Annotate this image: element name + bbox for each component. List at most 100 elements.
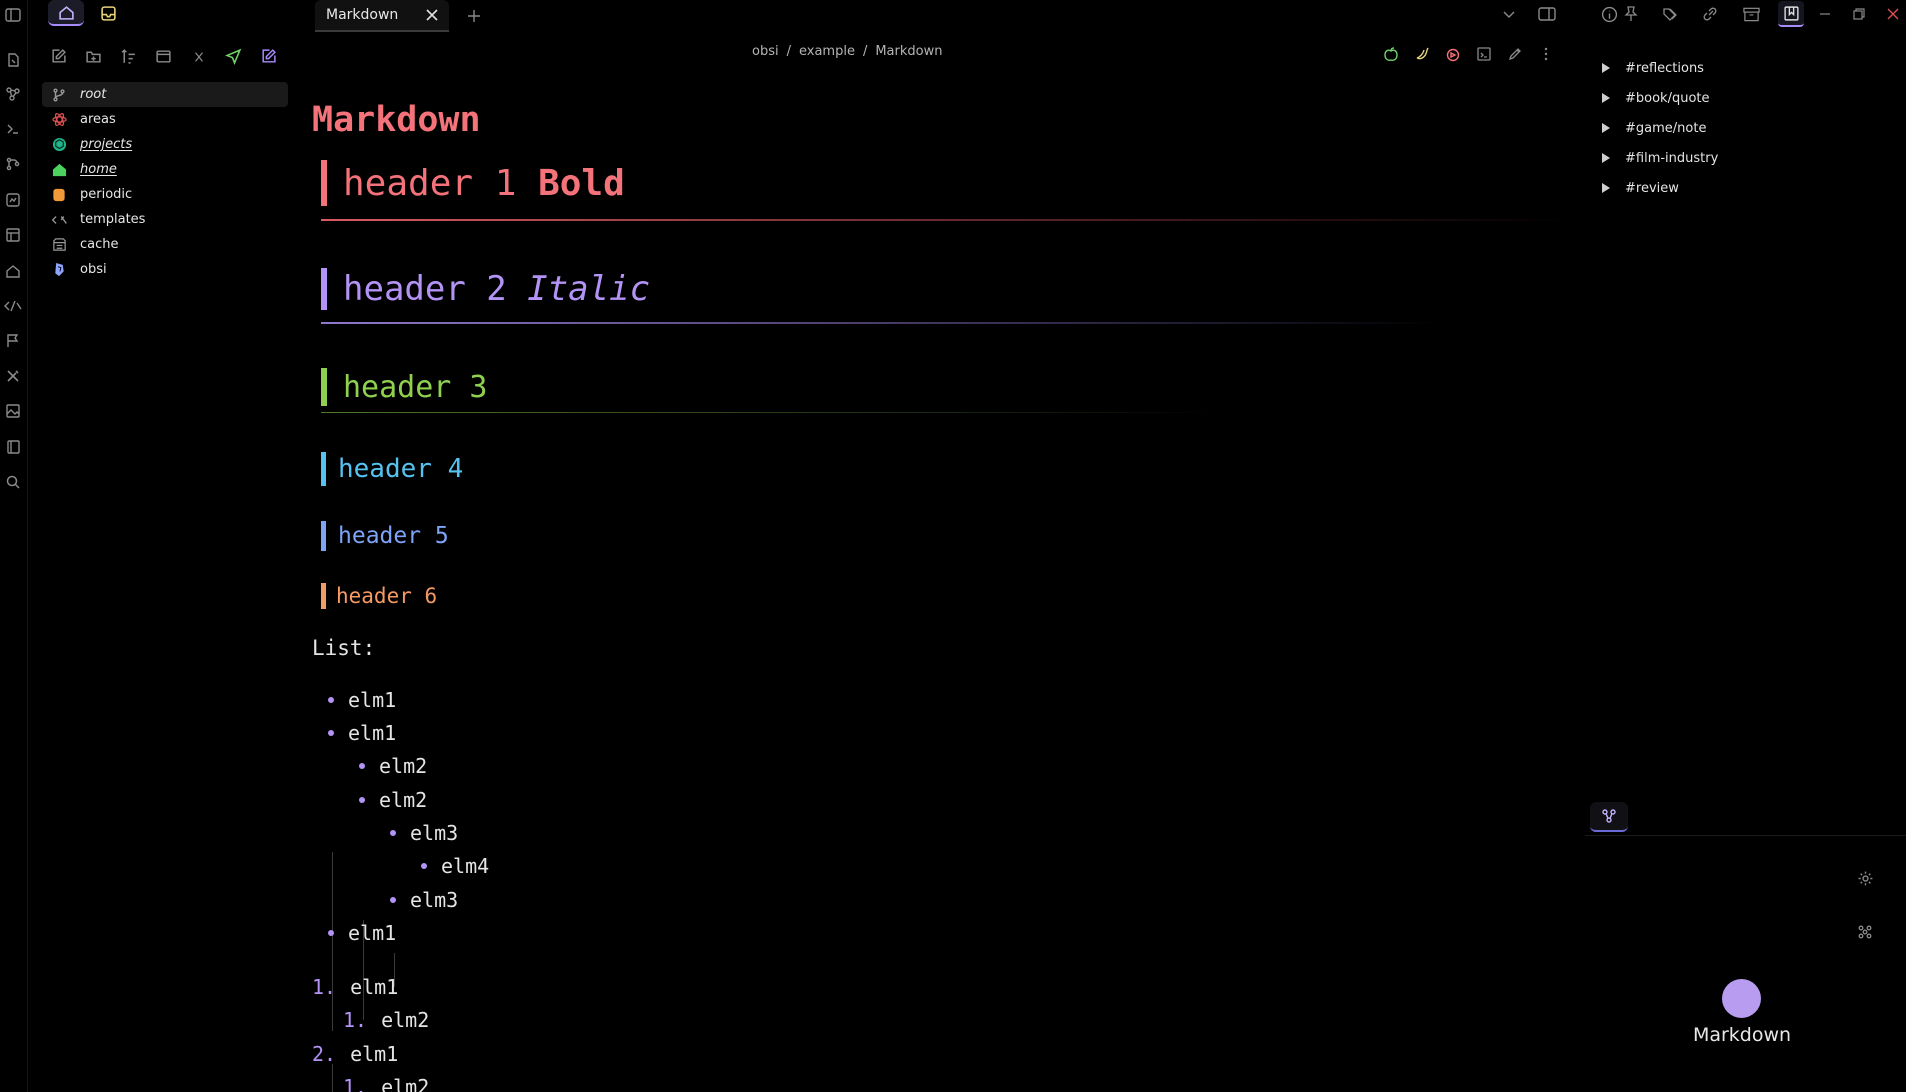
templater-icon[interactable] xyxy=(2,295,24,317)
tree-item-root[interactable]: root xyxy=(42,82,288,107)
list-item-text: elm1 xyxy=(348,721,397,745)
tools-icon[interactable] xyxy=(2,365,24,387)
ordered-list-item: 1. elm2 xyxy=(343,1075,429,1092)
tree-item-home[interactable]: home xyxy=(42,157,288,182)
chevron-right-icon[interactable] xyxy=(1601,153,1611,163)
links-icon[interactable] xyxy=(1698,1,1724,27)
ordered-list-item: 2. elm1 xyxy=(312,1042,398,1066)
list-item-text: elm1 xyxy=(350,1042,399,1066)
tag-row[interactable]: #reflections xyxy=(1600,53,1900,83)
chevron-down-icon[interactable] xyxy=(1496,1,1522,27)
heading-bar xyxy=(321,368,327,406)
tag-row[interactable]: #review xyxy=(1600,173,1900,203)
tag-label: #review xyxy=(1625,180,1679,196)
heading-3-underline xyxy=(321,412,1221,413)
edit-icon[interactable] xyxy=(1504,43,1526,65)
breadcrumb-separator: / xyxy=(862,44,868,59)
image-icon[interactable] xyxy=(2,400,24,422)
breadcrumb-item-obsi[interactable]: obsi xyxy=(752,44,779,59)
tag-row[interactable]: #film-industry xyxy=(1600,143,1900,173)
send-icon[interactable] xyxy=(221,44,246,69)
preview-icon[interactable] xyxy=(1473,43,1495,65)
new-folder-icon[interactable] xyxy=(81,44,106,69)
code-icon xyxy=(50,211,68,229)
obsidian-icon xyxy=(50,261,68,279)
breadcrumb-item-example[interactable]: example xyxy=(799,44,855,59)
tree-item-areas[interactable]: areas xyxy=(42,107,288,132)
home-tab[interactable] xyxy=(48,0,84,26)
bullet xyxy=(328,930,334,936)
list-item-text: elm1 xyxy=(350,975,399,999)
chevron-right-icon[interactable] xyxy=(1601,183,1611,193)
close-icon[interactable] xyxy=(186,44,211,69)
tab-markdown[interactable]: Markdown xyxy=(315,0,449,32)
local-graph-tab[interactable] xyxy=(1590,802,1628,832)
tree-item-periodic[interactable]: periodic xyxy=(42,182,288,207)
tree-item-label: root xyxy=(80,87,107,102)
sidebar-toggle-icon[interactable] xyxy=(2,4,24,26)
canvas-icon[interactable] xyxy=(2,189,24,211)
tree-item-label: periodic xyxy=(80,187,133,202)
gear-icon[interactable] xyxy=(1853,866,1877,890)
tag-row[interactable]: #game/note xyxy=(1600,113,1900,143)
open-quick-switcher-icon[interactable] xyxy=(2,49,24,71)
list-item: elm2 xyxy=(359,754,427,778)
inbox-tab[interactable] xyxy=(90,0,126,26)
grape-icon[interactable] xyxy=(1442,43,1464,65)
graph-node[interactable] xyxy=(1722,979,1761,1018)
more-options-icon[interactable] xyxy=(1535,43,1557,65)
chevron-right-icon[interactable] xyxy=(1601,93,1611,103)
tag-row[interactable]: #book/quote xyxy=(1600,83,1900,113)
tag-label: #reflections xyxy=(1625,60,1704,76)
new-note-icon[interactable] xyxy=(46,44,71,69)
git-icon[interactable] xyxy=(2,153,24,175)
right-sidebar-toggle-icon[interactable] xyxy=(1534,1,1560,27)
heading-1: header 1 Bold xyxy=(321,160,625,206)
chevron-right-icon[interactable] xyxy=(1601,63,1611,73)
tab-label: Markdown xyxy=(326,7,399,23)
close-window-icon[interactable] xyxy=(1880,1,1906,27)
banana-icon[interactable] xyxy=(1411,43,1433,65)
graph-analysis-icon[interactable] xyxy=(1853,920,1877,944)
close-icon[interactable] xyxy=(423,6,441,24)
tree-item-projects[interactable]: projects xyxy=(42,132,288,157)
list-number: 1. xyxy=(343,1008,368,1032)
tree-item-obsi[interactable]: obsi xyxy=(42,257,288,282)
tree-item-cache[interactable]: cache xyxy=(42,232,288,257)
tree-item-label: obsi xyxy=(80,262,107,277)
sort-icon[interactable] xyxy=(116,44,141,69)
book-icon[interactable] xyxy=(2,436,24,458)
file-explorer-sidebar: root areas projects home periodic templa… xyxy=(28,0,290,1092)
heading-2-italic: Italic xyxy=(527,269,651,309)
note-title: Markdown xyxy=(312,100,481,140)
tags-icon[interactable] xyxy=(1658,1,1684,27)
heading-1-underline xyxy=(321,219,1571,221)
graph-view-icon[interactable] xyxy=(2,83,24,105)
sidebar-tab-strip xyxy=(48,0,126,28)
list-item: elm3 xyxy=(390,821,458,845)
breadcrumb-separator: / xyxy=(786,44,791,59)
list-item-text: elm1 xyxy=(348,921,397,945)
archive-icon[interactable] xyxy=(1738,1,1764,27)
cube-icon xyxy=(50,136,68,154)
tree-item-templates[interactable]: templates xyxy=(42,207,288,232)
bullet xyxy=(359,797,365,803)
bullet xyxy=(421,863,427,869)
minimize-icon[interactable] xyxy=(1812,1,1838,27)
restore-icon[interactable] xyxy=(1846,1,1872,27)
edit-note-icon[interactable] xyxy=(256,44,281,69)
search-icon[interactable] xyxy=(2,471,24,493)
list-label: List: xyxy=(312,636,376,660)
templates-icon[interactable] xyxy=(2,224,24,246)
chevron-right-icon[interactable] xyxy=(1601,123,1611,133)
pin-icon[interactable] xyxy=(1618,1,1644,27)
list-item-text: elm2 xyxy=(379,788,428,812)
terminal-icon[interactable] xyxy=(2,118,24,140)
heading-1-text: header 1 Bold xyxy=(343,163,625,204)
home-icon[interactable] xyxy=(2,260,24,282)
collapse-all-icon[interactable] xyxy=(151,44,176,69)
new-tab-icon[interactable] xyxy=(462,4,486,28)
bookmarks-icon[interactable] xyxy=(1778,1,1804,27)
apple-icon[interactable] xyxy=(1380,43,1402,65)
flag-icon[interactable] xyxy=(2,330,24,352)
